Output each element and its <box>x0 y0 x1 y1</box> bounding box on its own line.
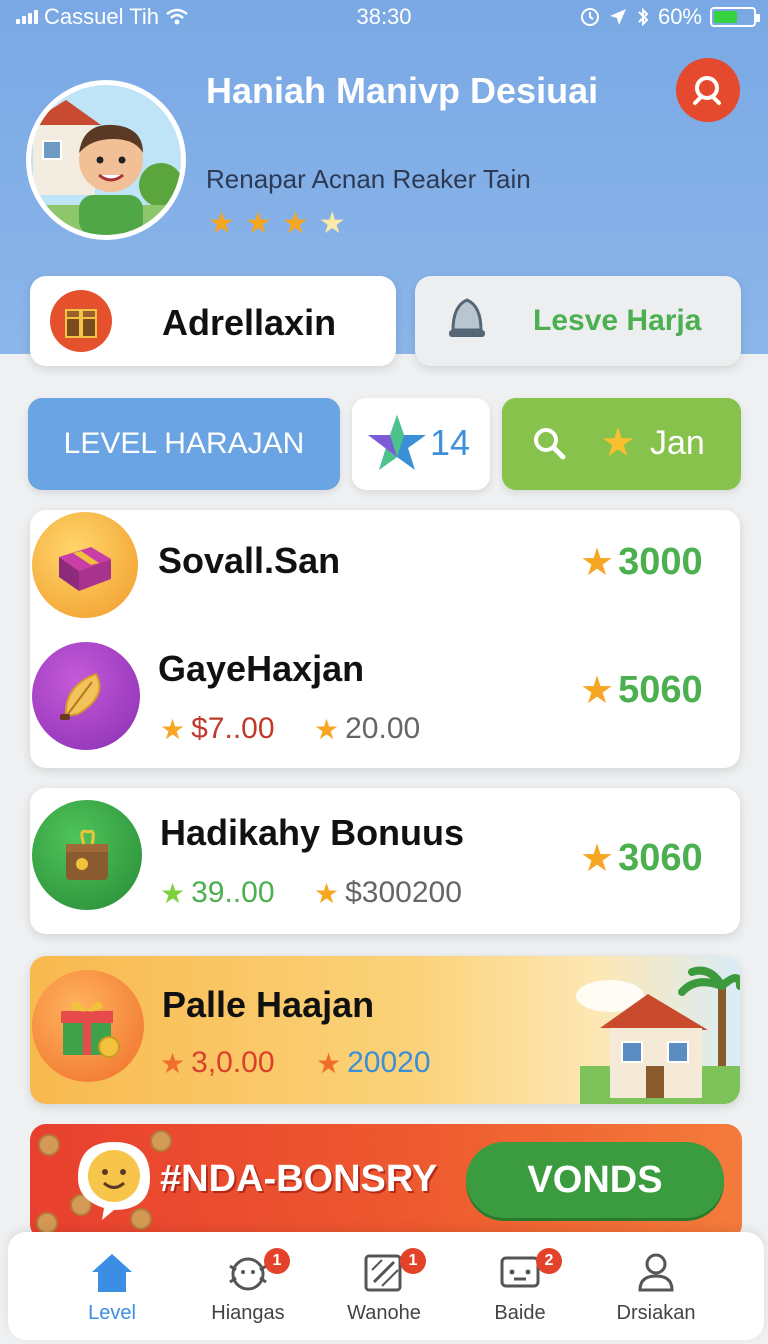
nav-label: Drsiakan <box>616 1302 696 1324</box>
star-empty-icon: ★ <box>318 207 346 240</box>
secondary-action-button[interactable]: Lesve Harja <box>415 276 741 366</box>
gift-box-icon <box>32 512 138 618</box>
promo-price-text: 3,0.00 <box>191 1046 275 1079</box>
house-illustration <box>576 966 740 1104</box>
star-icon: ★ <box>314 713 340 745</box>
gift-bag-icon <box>32 800 142 910</box>
reward-price-text: $7..00 <box>191 712 275 745</box>
smiley-icon <box>78 1142 150 1220</box>
promo-points-text: 20020 <box>347 1046 431 1079</box>
reward-points-text: 20.00 <box>345 712 421 745</box>
banner-cta-label: VONDS <box>527 1158 663 1201</box>
bonus-points-text: $300200 <box>345 876 462 909</box>
promo-card[interactable]: Palle Haajan ★ 3,0.00 ★ 20020 <box>30 956 740 1104</box>
level-badge[interactable]: 14 <box>352 398 490 490</box>
reward-title: GayeHaxjan <box>158 648 365 689</box>
list-item[interactable]: Sovall.San ★ 3000 <box>30 510 740 630</box>
nav-item-baide[interactable]: 2 Baide <box>452 1232 588 1340</box>
profile-icon <box>638 1253 674 1292</box>
battery-percent: 60% <box>657 4 702 29</box>
list-item[interactable]: GayeHaxjan ★ $7..00 ★ 20.00 ★ 5060 <box>30 636 740 764</box>
alarm-icon <box>580 8 599 26</box>
primary-action-button[interactable]: Adrellaxin <box>30 276 396 366</box>
reward-value: ★ 5060 <box>580 668 703 713</box>
star-icon: ★ <box>580 670 615 712</box>
nav-label: Baide <box>494 1302 546 1324</box>
nav-label: Wanohe <box>347 1302 421 1324</box>
profile-rating: ★ ★ ★ ★ <box>208 208 346 240</box>
reward-value: ★ 3000 <box>580 540 703 585</box>
star-icon: ★ <box>208 207 235 240</box>
level-star-icon <box>368 415 426 470</box>
nav-item-level[interactable]: Level <box>44 1232 180 1340</box>
bonus-value: ★ 3060 <box>580 836 703 881</box>
location-icon <box>609 9 626 25</box>
profile-name: Haniah Manivp Desiuai <box>206 70 599 111</box>
star-icon: ★ <box>160 713 186 745</box>
search-button[interactable] <box>676 58 740 122</box>
coin-icon <box>36 1212 58 1234</box>
magnifier-icon <box>534 428 566 460</box>
promo-price: ★ 3,0.00 <box>160 1046 275 1080</box>
star-icon: ★ <box>600 421 636 465</box>
level-button[interactable]: LEVEL HARAJAN <box>28 398 340 490</box>
rewards-card: Sovall.San ★ 3000 GayeHaxjan ★ $7..00 ★ … <box>30 510 740 768</box>
star-icon: ★ <box>580 542 615 584</box>
nav-item-wanohe[interactable]: 1 Wanohe <box>316 1232 452 1340</box>
nav-label: Level <box>88 1302 136 1324</box>
star-icon: ★ <box>281 207 309 240</box>
bottom-navigation: Level 1 Hiangas 1 Wanohe 2 Baide Drsiaka… <box>8 1232 764 1340</box>
leaf-icon <box>32 642 140 750</box>
avatar-illustration <box>31 85 181 235</box>
level-number: 14 <box>430 422 471 463</box>
avatar[interactable] <box>26 80 186 240</box>
gift-chest-icon <box>50 290 112 352</box>
reward-value-text: 3000 <box>618 541 703 583</box>
star-icon: ★ <box>316 1047 342 1079</box>
reward-price: ★ $7..00 <box>160 712 275 746</box>
bonus-banner[interactable]: #NDA-BONSRY VONDS <box>30 1124 742 1240</box>
star-icon: ★ <box>580 838 615 880</box>
battery-icon <box>710 7 760 27</box>
promo-title: Palle Haajan <box>162 984 375 1025</box>
bell-icon <box>449 298 485 337</box>
clock: 38:30 <box>356 4 412 29</box>
reward-points: ★ 20.00 <box>314 712 420 746</box>
reward-title: Sovall.San <box>158 540 341 581</box>
status-bar: Cassuel Tih 38:30 60% <box>0 0 768 36</box>
bonus-points: ★ $300200 <box>314 876 462 910</box>
promo-points: ★ 20020 <box>316 1046 431 1080</box>
notification-badge: 2 <box>536 1248 562 1274</box>
nav-item-hiangas[interactable]: 1 Hiangas <box>180 1232 316 1340</box>
gift-icon <box>32 970 144 1082</box>
star-icon: ★ <box>244 207 272 240</box>
home-icon <box>92 1254 132 1292</box>
bonus-title: Hadikahy Bonuus <box>160 812 465 853</box>
notification-badge: 1 <box>264 1248 290 1274</box>
filter-button[interactable]: ★ Jan <box>502 398 741 490</box>
banner-cta-button[interactable]: VONDS <box>466 1142 724 1218</box>
nav-label: Hiangas <box>211 1302 285 1324</box>
search-icon <box>693 76 721 105</box>
bonus-card[interactable]: Hadikahy Bonuus ★ 39..00 ★ $300200 ★ 306… <box>30 788 740 934</box>
banner-title: #NDA-BONSRY <box>160 1158 438 1200</box>
star-icon: ★ <box>314 877 340 909</box>
profile-subtitle: Renapar Acnan Reaker Tain <box>206 164 531 194</box>
secondary-action-label: Lesve Harja <box>533 304 702 337</box>
bluetooth-icon <box>638 7 649 27</box>
notification-badge: 1 <box>400 1248 426 1274</box>
primary-action-label: Adrellaxin <box>162 302 337 343</box>
bonus-price-text: 39..00 <box>191 876 275 909</box>
level-label: LEVEL HARAJAN <box>63 427 305 460</box>
nav-item-drsiakan[interactable]: Drsiakan <box>588 1232 724 1340</box>
bonus-price: ★ 39..00 <box>160 876 275 910</box>
reward-value-text: 5060 <box>618 669 703 711</box>
coin-icon <box>38 1134 60 1156</box>
star-icon: ★ <box>160 1047 186 1079</box>
filter-label: Jan <box>650 424 705 462</box>
star-icon: ★ <box>160 877 186 909</box>
bonus-value-text: 3060 <box>618 837 703 879</box>
